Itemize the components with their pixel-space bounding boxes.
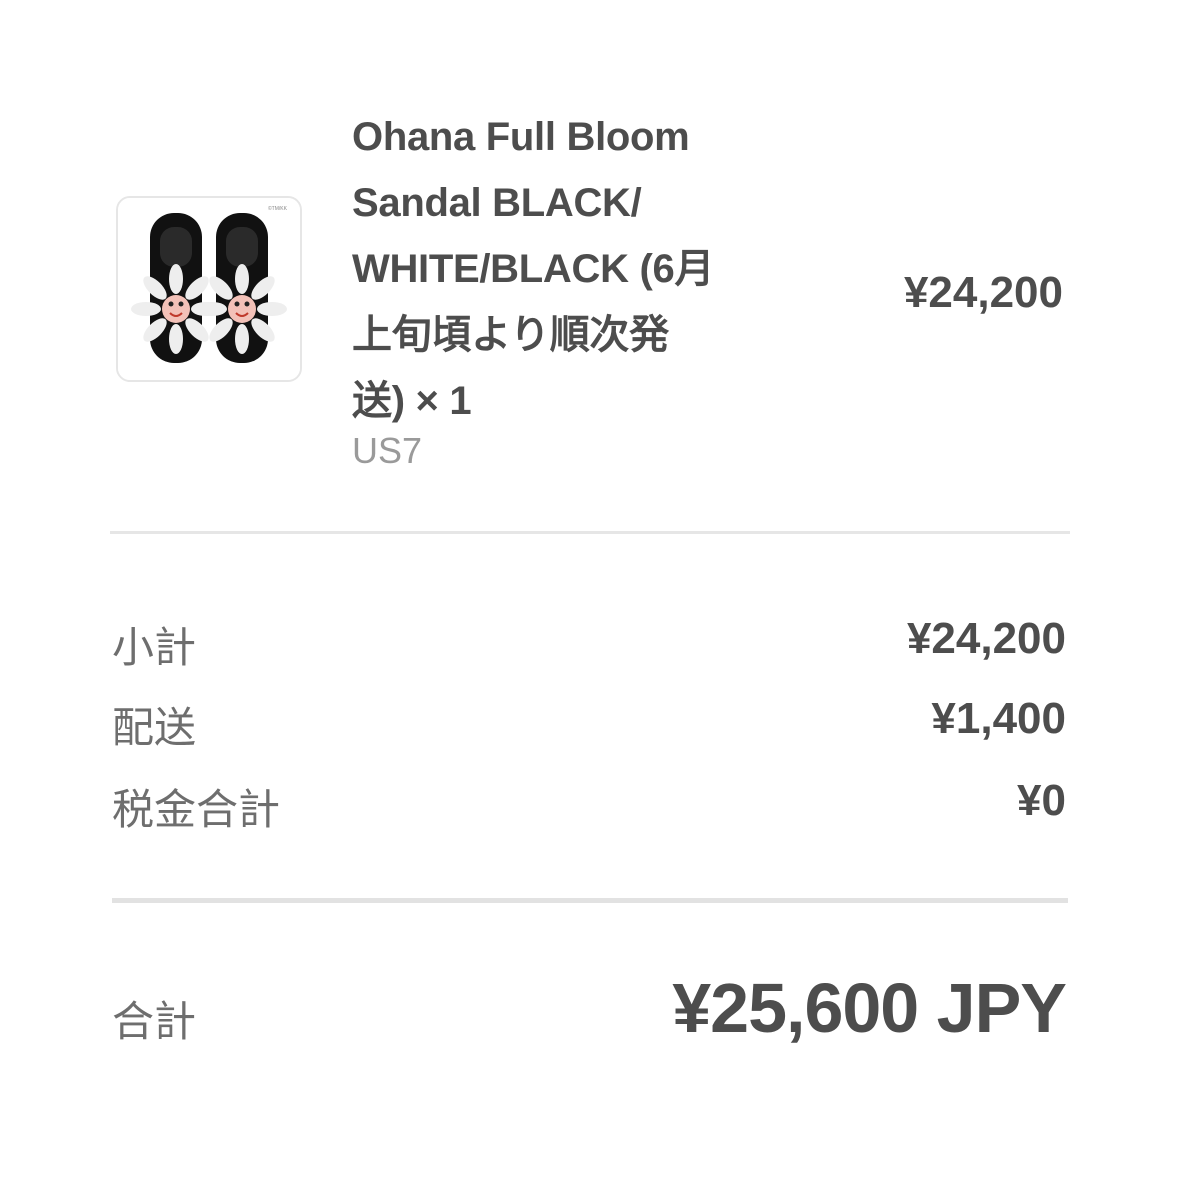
svg-text:©TM/KK: ©TM/KK	[268, 205, 288, 212]
shipping-row: 配送 ¥1,400	[112, 694, 1066, 754]
subtotal-row: 小計 ¥24,200	[112, 614, 1066, 674]
total-label: 合計	[112, 998, 197, 1045]
shipping-label: 配送	[112, 704, 197, 751]
line-item: ©TM/KK Ohana Full Bloom Sandal BLACK/ WH…	[0, 0, 1179, 531]
product-title[interactable]: Ohana Full Bloom Sandal BLACK/ WHITE/BLA…	[352, 104, 812, 434]
divider	[110, 531, 1070, 534]
subtotal-label: 小計	[112, 624, 197, 671]
total-value: ¥25,600 JPY	[672, 969, 1067, 1047]
tax-row: 税金合計 ¥0	[112, 776, 1066, 836]
sandal-image: ©TM/KK	[118, 198, 300, 380]
product-thumbnail[interactable]: ©TM/KK	[116, 196, 302, 382]
line-item-price: ¥24,200	[903, 268, 1063, 317]
tax-value: ¥0	[1017, 776, 1066, 825]
divider	[112, 898, 1068, 903]
subtotal-value: ¥24,200	[906, 614, 1066, 663]
shipping-value: ¥1,400	[931, 694, 1066, 743]
total-row: 合計 ¥25,600 JPY	[112, 968, 1067, 1058]
tax-label: 税金合計	[112, 786, 281, 833]
product-variant: US7	[352, 430, 423, 471]
